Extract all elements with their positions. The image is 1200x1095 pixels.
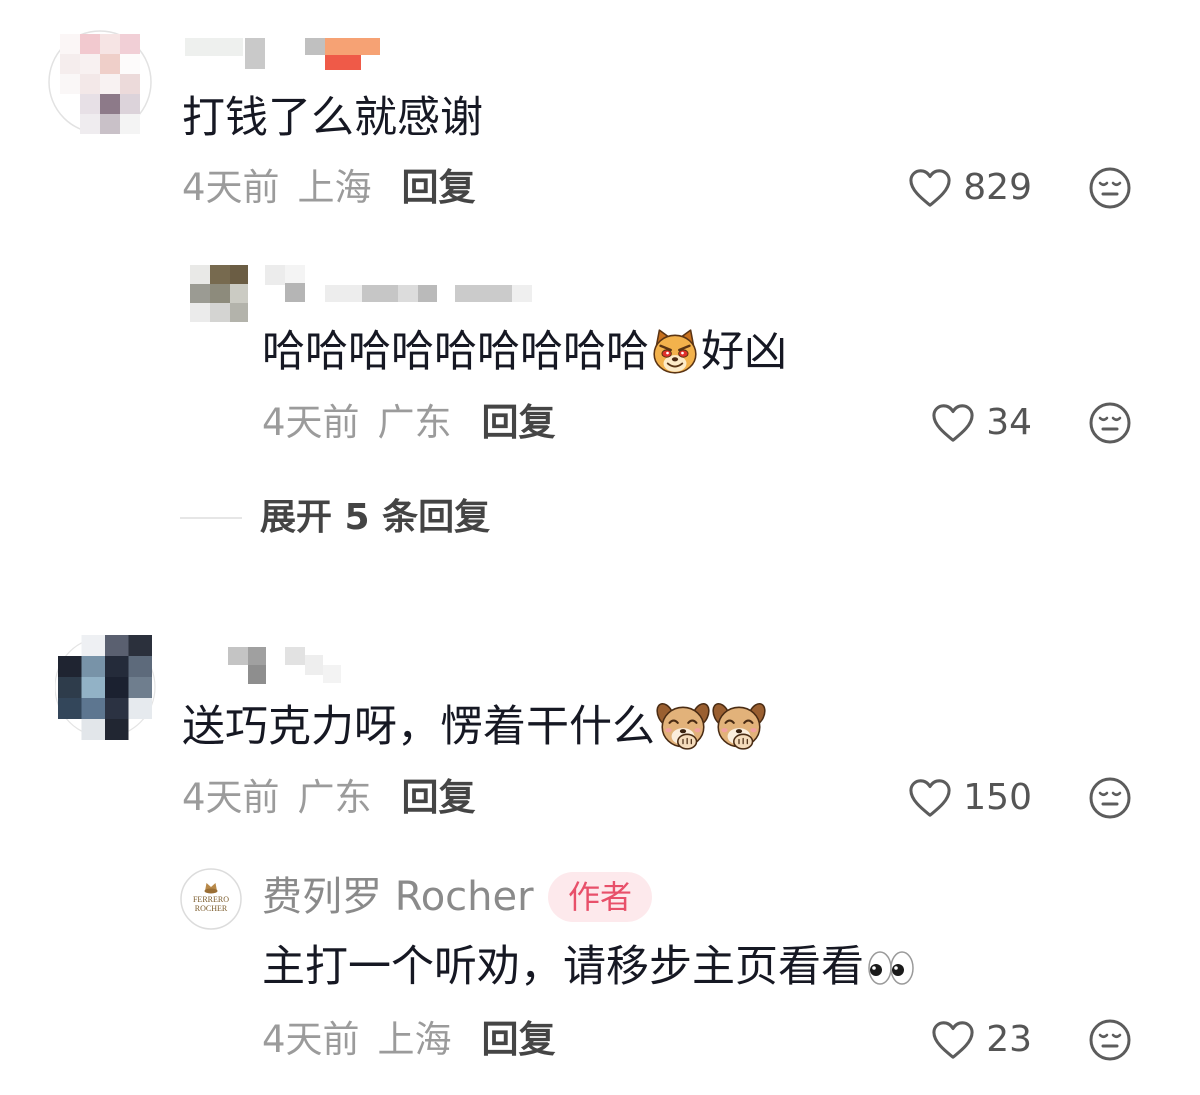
author-badge: 作者: [548, 872, 653, 922]
comment-text-content: 打钱了么就感谢: [182, 93, 483, 143]
expand-divider: [180, 517, 242, 519]
reply-button[interactable]: 回复: [482, 1015, 556, 1065]
reply-meta: 4天前 广东 回复: [262, 398, 556, 448]
reply-location: 上海: [377, 1018, 452, 1061]
like-button[interactable]: 150: [907, 773, 1032, 823]
comment-location: 上海: [297, 166, 372, 209]
reply-text: 主打一个听劝，请移步主页看看: [262, 939, 918, 995]
username[interactable]: [265, 265, 535, 305]
reply-button[interactable]: 回复: [482, 398, 556, 448]
heart-outline-icon: [932, 404, 974, 442]
comment-time: 4天前: [182, 166, 280, 209]
reply-text-content: 主打一个听劝，请移步主页看看: [262, 942, 864, 992]
reply-text-after: 好凶: [701, 327, 787, 377]
heart-outline-icon: [909, 169, 951, 207]
snicker-dog-emoji: [656, 702, 710, 750]
comment-meta: 4天前 上海 回复: [182, 163, 476, 213]
avatar[interactable]: [45, 27, 155, 137]
meh-face-icon: [1089, 777, 1131, 819]
meh-face-icon: [1089, 402, 1131, 444]
brand-logo-text: FERRERO: [193, 895, 229, 904]
avatar[interactable]: [55, 632, 165, 742]
like-count: 34: [986, 402, 1032, 443]
dislike-button[interactable]: [1088, 1018, 1132, 1062]
heart-outline-icon: [909, 779, 951, 817]
meh-face-icon: [1089, 1019, 1131, 1061]
dislike-button[interactable]: [1088, 401, 1132, 445]
like-button[interactable]: 829: [907, 163, 1032, 213]
dislike-button[interactable]: [1088, 776, 1132, 820]
like-count: 150: [963, 777, 1032, 818]
reply-button[interactable]: 回复: [402, 773, 476, 823]
heart-outline-icon: [932, 1021, 974, 1059]
reply-location: 广东: [377, 401, 452, 444]
dislike-button[interactable]: [1088, 166, 1132, 210]
like-count: 23: [986, 1019, 1032, 1060]
reply-time: 4天前: [262, 1018, 360, 1061]
smug-dog-emoji: [653, 329, 697, 374]
eyes-emoji: [868, 951, 914, 985]
comment-text-content: 送巧克力呀，愣着干什么: [182, 702, 655, 752]
comment-meta: 4天前 广东 回复: [182, 773, 476, 823]
meh-face-icon: [1089, 167, 1131, 209]
comment-text: 送巧克力呀，愣着干什么: [182, 699, 767, 755]
snicker-dog-emoji: [712, 702, 766, 750]
comment-text: 打钱了么就感谢: [182, 90, 483, 146]
reply-text-before: 哈哈哈哈哈哈哈哈哈: [262, 327, 649, 377]
expand-replies-button[interactable]: 展开 5 条回复: [260, 493, 490, 543]
like-count: 829: [963, 167, 1032, 208]
brand-logo-text: ROCHER: [195, 904, 228, 913]
avatar[interactable]: [188, 264, 250, 326]
username[interactable]: [228, 645, 343, 687]
comment-time: 4天前: [182, 776, 280, 819]
reply-time: 4天前: [262, 401, 360, 444]
like-button[interactable]: 23: [930, 1015, 1032, 1065]
reply-meta: 4天前 上海 回复: [262, 1015, 556, 1065]
like-button[interactable]: 34: [930, 398, 1032, 448]
username[interactable]: [183, 35, 383, 73]
author-name[interactable]: 费列罗 Rocher: [262, 869, 534, 925]
brand-avatar[interactable]: FERRERO ROCHER: [180, 868, 242, 930]
comment-location: 广东: [297, 776, 372, 819]
reply-text: 哈哈哈哈哈哈哈哈哈 好凶: [262, 324, 787, 380]
reply-button[interactable]: 回复: [402, 163, 476, 213]
